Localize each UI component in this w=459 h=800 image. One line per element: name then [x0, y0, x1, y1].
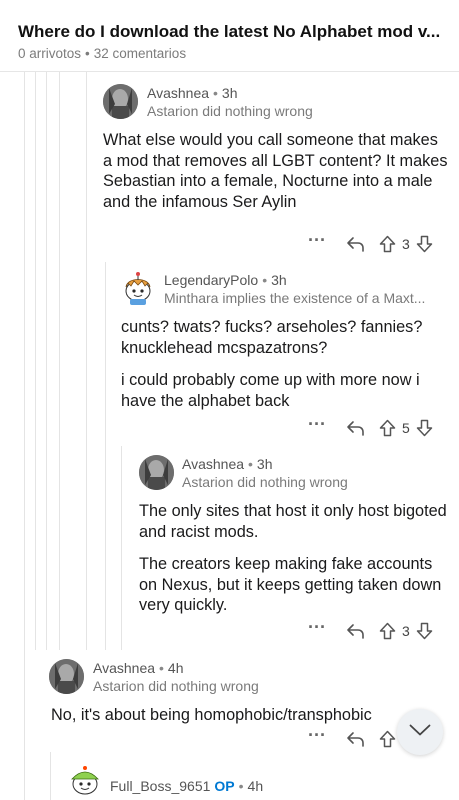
comment-text: The only sites that host it only host bi… [139, 502, 447, 541]
comment-author[interactable]: Full_Boss_9651 [110, 778, 210, 794]
comment-author[interactable]: Avashnea [147, 85, 209, 101]
post-title[interactable]: Where do I download the latest No Alphab… [18, 22, 443, 42]
upvote-icon[interactable] [379, 235, 396, 253]
knight-portrait-avatar[interactable] [103, 84, 138, 119]
upvote-icon[interactable] [379, 419, 396, 437]
more-options-icon[interactable]: ··· [308, 617, 326, 638]
thread-line[interactable] [121, 446, 122, 650]
comment: Avashnea • 4h Astarion did nothing wrong N… [49, 659, 409, 738]
thread-line[interactable] [46, 72, 47, 650]
comment-author[interactable]: Avashnea [182, 456, 244, 472]
comment-age: 4h [247, 778, 264, 794]
comment-text: i could probably come up with more now i… [121, 371, 420, 410]
comment-count: 32 comentarios [93, 46, 187, 61]
thread-line[interactable] [50, 752, 51, 800]
comment-age: 3h [256, 456, 273, 472]
comment-text: cunts? twats? fucks? arseholes? fannies?… [121, 318, 423, 357]
reply-icon[interactable] [346, 236, 365, 252]
comment-actions: ··· 5 [308, 414, 433, 439]
snoo-avatar[interactable] [67, 762, 102, 797]
score: 3 [401, 623, 410, 639]
thread-line[interactable] [35, 72, 36, 650]
downvote-icon[interactable] [416, 419, 433, 437]
chevron-down-icon [409, 723, 431, 741]
comment-text: The creators keep making fake accounts o… [139, 555, 442, 614]
downvote-icon[interactable] [416, 235, 433, 253]
comment-text: What else would you call someone that ma… [103, 131, 448, 211]
comment-actions: ··· [308, 725, 396, 750]
vote-count: 0 arrivotos [18, 46, 82, 61]
post-meta: 0 arrivotos • 32 comentarios [18, 46, 187, 61]
thread-line[interactable] [86, 72, 87, 650]
reply-icon[interactable] [346, 623, 365, 639]
thread-line[interactable] [24, 72, 25, 800]
comment: Avashnea • 3h Astarion did nothing wrong T… [139, 455, 449, 628]
op-badge: OP [214, 778, 235, 794]
comment: Avashnea • 3h Astarion did nothing wrong W… [103, 84, 448, 211]
comment: LegendaryPolo • 3h Minthara implies the ex… [121, 271, 451, 423]
upvote-icon[interactable] [379, 730, 396, 748]
scroll-down-button[interactable] [397, 709, 443, 755]
comment: Full_Boss_9651 OP • 4h [67, 762, 367, 800]
more-options-icon[interactable]: ··· [308, 414, 326, 435]
comment-author[interactable]: Avashnea [93, 660, 155, 676]
comment-age: 3h [271, 272, 287, 288]
score: 3 [401, 236, 410, 252]
reply-icon[interactable] [346, 731, 365, 747]
comment-age: 3h [221, 85, 238, 101]
comment-age: 4h [167, 660, 184, 676]
more-options-icon[interactable]: ··· [308, 230, 326, 251]
user-flair: Astarion did nothing wrong [147, 103, 313, 119]
comment-author[interactable]: LegendaryPolo [164, 272, 258, 288]
thread-line[interactable] [105, 262, 106, 650]
post-header: Where do I download the latest No Alphab… [0, 0, 459, 72]
user-flair: Astarion did nothing wrong [182, 474, 348, 490]
downvote-icon[interactable] [416, 622, 433, 640]
score: 5 [401, 420, 410, 436]
snoo-avatar[interactable] [121, 271, 156, 306]
user-flair: Minthara implies the existence of a Maxt… [164, 290, 426, 306]
comment-actions: ··· 3 [308, 230, 433, 255]
knight-portrait-avatar[interactable] [49, 659, 84, 694]
reply-icon[interactable] [346, 420, 365, 436]
user-flair: Astarion did nothing wrong [93, 678, 259, 694]
thread-line[interactable] [59, 72, 60, 650]
more-options-icon[interactable]: ··· [308, 725, 326, 746]
comment-text: No, it's about being homophobic/transpho… [51, 706, 372, 724]
knight-portrait-avatar[interactable] [139, 455, 174, 490]
upvote-icon[interactable] [379, 622, 396, 640]
comment-actions: ··· 3 [308, 617, 433, 642]
